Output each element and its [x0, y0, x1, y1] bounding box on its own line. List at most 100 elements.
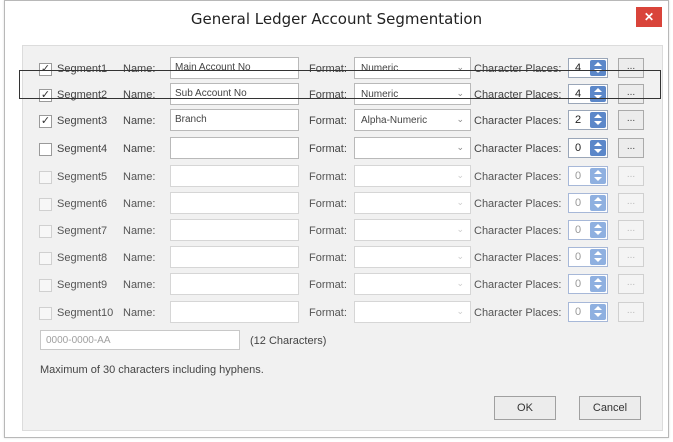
segment-row: Segment9 Name: Format: ⌄ Character Places: 0.… [23, 273, 662, 299]
chevron-down-icon: ⌄ [456, 62, 464, 72]
character-count: (12 Characters) [250, 335, 327, 347]
format-label: Format: [309, 252, 347, 264]
segment-name-input[interactable]: Branch [170, 109, 299, 131]
ok-button[interactable]: OK [494, 396, 556, 420]
segment-label: Segment9 [57, 279, 108, 291]
ellipsis-button[interactable]: ... [618, 84, 644, 104]
character-places-label: Character Places: [474, 225, 562, 237]
format-select[interactable]: Numeric ⌄ [354, 83, 471, 105]
format-select[interactable]: ⌄ [354, 192, 471, 214]
format-label: Format: [309, 307, 347, 319]
character-places-spinner[interactable]: 4 [568, 58, 608, 78]
ellipsis-button[interactable]: ... [618, 110, 644, 130]
ellipsis-button[interactable]: ... [618, 193, 644, 213]
segment-checkbox[interactable] [39, 171, 52, 184]
segment-name-input[interactable] [170, 192, 299, 214]
character-places-label: Character Places: [474, 279, 562, 291]
character-places-spinner[interactable]: 4 [568, 84, 608, 104]
segment-checkbox[interactable]: ✓ [39, 115, 52, 128]
chevron-down-icon: ⌄ [456, 306, 464, 316]
name-label: Name: [123, 171, 156, 183]
character-places-value: 0 [575, 142, 582, 154]
character-places-value: 0 [575, 278, 582, 290]
character-places-spinner[interactable]: 0 [568, 193, 608, 213]
spinner-arrows-icon[interactable] [590, 222, 606, 238]
format-select[interactable]: Alpha-Numeric ⌄ [354, 109, 471, 131]
character-places-value: 0 [575, 251, 582, 263]
format-select[interactable]: ⌄ [354, 165, 471, 187]
segment-name-input[interactable] [170, 301, 299, 323]
character-places-label: Character Places: [474, 115, 562, 127]
chevron-down-icon: ⌄ [456, 114, 464, 124]
character-places-label: Character Places: [474, 143, 562, 155]
format-label: Format: [309, 279, 347, 291]
character-places-spinner[interactable]: 0 [568, 138, 608, 158]
ellipsis-button[interactable]: ... [618, 302, 644, 322]
character-places-spinner[interactable]: 0 [568, 220, 608, 240]
close-button[interactable]: ✕ [636, 7, 662, 27]
name-label: Name: [123, 198, 156, 210]
character-places-spinner[interactable]: 0 [568, 274, 608, 294]
segment-checkbox[interactable] [39, 307, 52, 320]
ellipsis-button[interactable]: ... [618, 138, 644, 158]
ellipsis-button[interactable]: ... [618, 58, 644, 78]
segment-label: Segment1 [57, 63, 108, 75]
checkmark-icon: ✓ [40, 89, 51, 101]
format-label: Format: [309, 225, 347, 237]
segment-name-input[interactable] [170, 273, 299, 295]
character-places-spinner[interactable]: 2 [568, 110, 608, 130]
spinner-arrows-icon[interactable] [590, 276, 606, 292]
character-places-value: 0 [575, 306, 582, 318]
close-icon: ✕ [643, 10, 655, 24]
name-label: Name: [123, 252, 156, 264]
ellipsis-button[interactable]: ... [618, 274, 644, 294]
dialog-title: General Ledger Account Segmentation [190, 10, 483, 28]
segment-name-input[interactable] [170, 165, 299, 187]
segment-row: ✓ Segment1 Name: Main Account No Format: Nume… [23, 57, 662, 83]
segment-checkbox[interactable] [39, 143, 52, 156]
spinner-arrows-icon[interactable] [590, 112, 606, 128]
character-places-label: Character Places: [474, 171, 562, 183]
spinner-arrows-icon[interactable] [590, 60, 606, 76]
segment-checkbox[interactable] [39, 279, 52, 292]
segment-checkbox[interactable]: ✓ [39, 63, 52, 76]
segment-row: Segment7 Name: Format: ⌄ Character Places: 0.… [23, 219, 662, 245]
format-value: Alpha-Numeric [361, 115, 428, 126]
character-places-spinner[interactable]: 0 [568, 302, 608, 322]
format-select[interactable]: ⌄ [354, 301, 471, 323]
spinner-arrows-icon[interactable] [590, 195, 606, 211]
spinner-arrows-icon[interactable] [590, 168, 606, 184]
character-places-spinner[interactable]: 0 [568, 247, 608, 267]
spinner-arrows-icon[interactable] [590, 86, 606, 102]
format-select[interactable]: Numeric ⌄ [354, 57, 471, 79]
segmentation-dialog: General Ledger Account Segmentation ✕ 0 0… [4, 0, 669, 438]
character-places-value: 4 [575, 88, 582, 100]
cancel-button[interactable]: Cancel [579, 396, 641, 420]
segment-name-input[interactable] [170, 219, 299, 241]
segment-checkbox[interactable] [39, 225, 52, 238]
spinner-arrows-icon[interactable] [590, 140, 606, 156]
segment-checkbox[interactable] [39, 252, 52, 265]
segment-name-input[interactable]: Main Account No [170, 57, 299, 79]
segment-row: Segment10 Name: Format: ⌄ Character Places: 0… [23, 301, 662, 327]
segment-name-input[interactable] [170, 246, 299, 268]
character-places-spinner[interactable]: 0 [568, 166, 608, 186]
format-select[interactable]: ⌄ [354, 273, 471, 295]
segment-row: Segment6 Name: Format: ⌄ Character Places: 0.… [23, 192, 662, 218]
ellipsis-button[interactable]: ... [618, 166, 644, 186]
character-places-value: 4 [575, 62, 582, 74]
format-select[interactable]: ⌄ [354, 137, 471, 159]
segment-checkbox[interactable] [39, 198, 52, 211]
spinner-arrows-icon[interactable] [590, 249, 606, 265]
ellipsis-button[interactable]: ... [618, 220, 644, 240]
segment-checkbox[interactable]: ✓ [39, 89, 52, 102]
chevron-down-icon: ⌄ [456, 170, 464, 180]
name-label: Name: [123, 279, 156, 291]
segment-name-input[interactable]: Sub Account No [170, 83, 299, 105]
format-select[interactable]: ⌄ [354, 219, 471, 241]
segment-name-input[interactable] [170, 137, 299, 159]
spinner-arrows-icon[interactable] [590, 304, 606, 320]
ellipsis-button[interactable]: ... [618, 247, 644, 267]
format-select[interactable]: ⌄ [354, 246, 471, 268]
chevron-down-icon: ⌄ [456, 224, 464, 234]
